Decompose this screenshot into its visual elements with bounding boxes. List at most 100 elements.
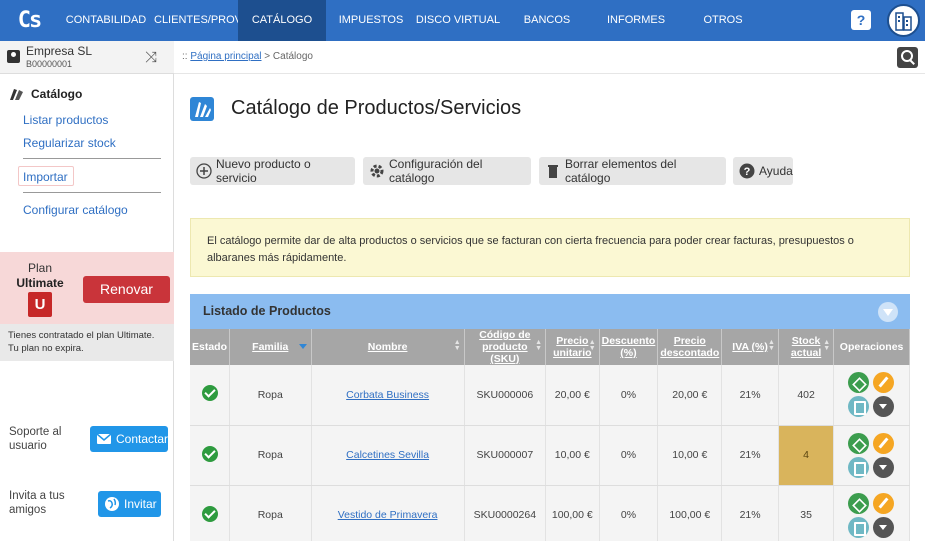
sidebar-section-catalogo: Catálogo [9, 87, 82, 101]
plan-label: Plan [27, 261, 53, 275]
invite-label-line: Invita a tus [9, 490, 65, 502]
products-table: Estado Familia Nombre ▲ ▼ Código de product… [190, 329, 910, 541]
descuento-cell: 0% [599, 365, 659, 426]
sidebar-item-regularizar-stock[interactable]: Regularizar stock [23, 136, 116, 150]
col-nombre[interactable]: Nombre ▲ ▼ [311, 329, 465, 365]
col-precio-label: unitario [553, 347, 592, 359]
col-familia[interactable]: Familia [229, 329, 312, 365]
status-cell [190, 365, 231, 426]
new-product-button[interactable]: Nuevo producto o servicio [190, 157, 355, 185]
duplicate-icon[interactable] [848, 396, 870, 418]
col-sku[interactable]: Código de producto (SKU) ▲ ▼ [464, 329, 547, 365]
contact-button-label: Contactar [116, 432, 169, 446]
app-logo[interactable]: Cs [0, 0, 58, 41]
renew-button[interactable]: Renovar [83, 276, 170, 303]
sidebar-section-label: Catálogo [31, 87, 83, 101]
breadcrumb-current: Catálogo [272, 51, 313, 62]
nav-clientes[interactable]: CLIENTES/PROV. [154, 0, 244, 41]
collapse-icon[interactable] [878, 302, 898, 322]
product-link[interactable]: Corbata Business [346, 389, 429, 401]
col-descuento[interactable]: Descuento (%) [599, 329, 659, 365]
col-precio[interactable]: Precio unitario ▲ ▼ [545, 329, 600, 365]
invite-label: Invita a tus amigos [9, 489, 65, 517]
company-selector[interactable]: Empresa SL B00000001 ⤨ [0, 41, 174, 74]
edit-pencil-icon[interactable] [873, 372, 895, 394]
descuento-cell: 0% [599, 485, 659, 541]
plan-badge-icon: U [28, 292, 52, 317]
company-id: B00000001 [26, 59, 73, 69]
listing-title: Listado de Productos [203, 304, 331, 318]
top-nav: Cs CONTABILIDAD CLIENTES/PROV. CATÁLOGO … [0, 0, 925, 41]
edit-pencil-icon[interactable] [873, 432, 895, 454]
plan-info: Tienes contratado el plan Ultimate. Tu p… [0, 324, 174, 361]
invite-button[interactable]: Invitar [98, 491, 161, 517]
nav-disco-virtual[interactable]: DISCO VIRTUAL [412, 0, 504, 41]
duplicate-icon[interactable] [848, 516, 870, 538]
sku-cell: SKU000006 [464, 365, 547, 426]
breadcrumb-text: :: Página principal > Catálogo [182, 51, 313, 62]
precio-descontado-cell: 100,00 € [657, 485, 723, 541]
col-iva[interactable]: IVA (%) ▲ ▼ [721, 329, 779, 365]
check-circle-icon [201, 385, 218, 402]
delete-elements-label: Borrar elementos del catálogo [565, 157, 677, 185]
sidebar-item-listar-productos[interactable]: Listar productos [23, 113, 108, 127]
support-label: Soporte al usuario [9, 425, 61, 453]
catalog-config-label: Configuración del catálogo [389, 157, 483, 185]
nav-contabilidad[interactable]: CONTABILIDAD [58, 0, 154, 41]
catalog-config-button[interactable]: Configuración del catálogo [363, 157, 531, 185]
breadcrumb-separator: > [261, 51, 273, 62]
col-precio-label: Precio [556, 335, 589, 347]
contact-button[interactable]: Contactar [90, 426, 168, 452]
nav-impuestos[interactable]: IMPUESTOS [332, 0, 410, 41]
edit-pencil-icon[interactable] [873, 492, 895, 514]
nav-informes[interactable]: INFORMES [598, 0, 674, 41]
support-label-line: Soporte al [9, 426, 62, 438]
col-precio-descontado[interactable]: Precio descontado [657, 329, 723, 365]
search-icon[interactable] [897, 47, 918, 68]
breadcrumb-home-link[interactable]: Página principal [190, 51, 261, 62]
page-title: Catálogo de Productos/Servicios [231, 97, 522, 119]
chevron-down-icon[interactable] [873, 456, 895, 478]
sort-icon: ▲ ▼ [588, 339, 596, 352]
chevron-down-icon[interactable] [873, 396, 895, 418]
table-header-row: Estado Familia Nombre ▲ ▼ Código de product… [190, 329, 910, 365]
descuento-cell: 0% [599, 425, 659, 486]
catalog-page-icon [190, 97, 214, 121]
sort-desc-icon [298, 344, 307, 349]
sidebar: Empresa SL B00000001 ⤨ Catálogo Listar p… [0, 41, 174, 541]
operations-cell [833, 485, 910, 541]
col-descuento-label: (%) [620, 347, 637, 359]
invite-button-label: Invitar [124, 497, 157, 511]
globe-icon [104, 496, 120, 512]
delete-elements-button[interactable]: Borrar elementos del catálogo [539, 157, 726, 185]
info-notice: El catálogo permite dar de alta producto… [190, 218, 910, 277]
sidebar-item-importar[interactable]: Importar [23, 170, 68, 184]
stock-layers-icon[interactable] [848, 432, 870, 454]
help-button[interactable]: ? Ayuda [733, 157, 793, 185]
chevron-down-icon[interactable] [873, 516, 895, 538]
help-button-label: Ayuda [759, 164, 793, 178]
stock-layers-icon[interactable] [848, 492, 870, 514]
col-stock[interactable]: Stock actual ▲ ▼ [778, 329, 835, 365]
nav-catalogo[interactable]: CATÁLOGO [238, 0, 326, 41]
product-link[interactable]: Calcetines Sevilla [346, 449, 429, 461]
precio-cell: 10,00 € [545, 425, 600, 486]
check-circle-icon [201, 445, 218, 462]
nav-bancos[interactable]: BANCOS [514, 0, 580, 41]
col-sku-label: Código de [479, 329, 531, 341]
nav-otros[interactable]: OTROS [696, 0, 750, 41]
help-icon[interactable]: ? [851, 10, 871, 30]
product-link[interactable]: Vestido de Primavera [338, 509, 438, 521]
nombre-cell: Calcetines Sevilla [311, 425, 465, 486]
gear-icon [369, 163, 385, 179]
status-cell [190, 425, 231, 486]
sidebar-item-configurar-catalogo[interactable]: Configurar catálogo [23, 203, 128, 217]
user-avatar-icon[interactable] [887, 4, 920, 37]
company-icon [7, 50, 20, 63]
stock-layers-icon[interactable] [848, 372, 870, 394]
company-name: Empresa SL [26, 44, 93, 58]
switch-company-icon[interactable]: ⤨ [145, 49, 157, 66]
duplicate-icon[interactable] [848, 456, 870, 478]
trash-icon [545, 163, 561, 179]
col-stock-label: actual [790, 347, 822, 359]
